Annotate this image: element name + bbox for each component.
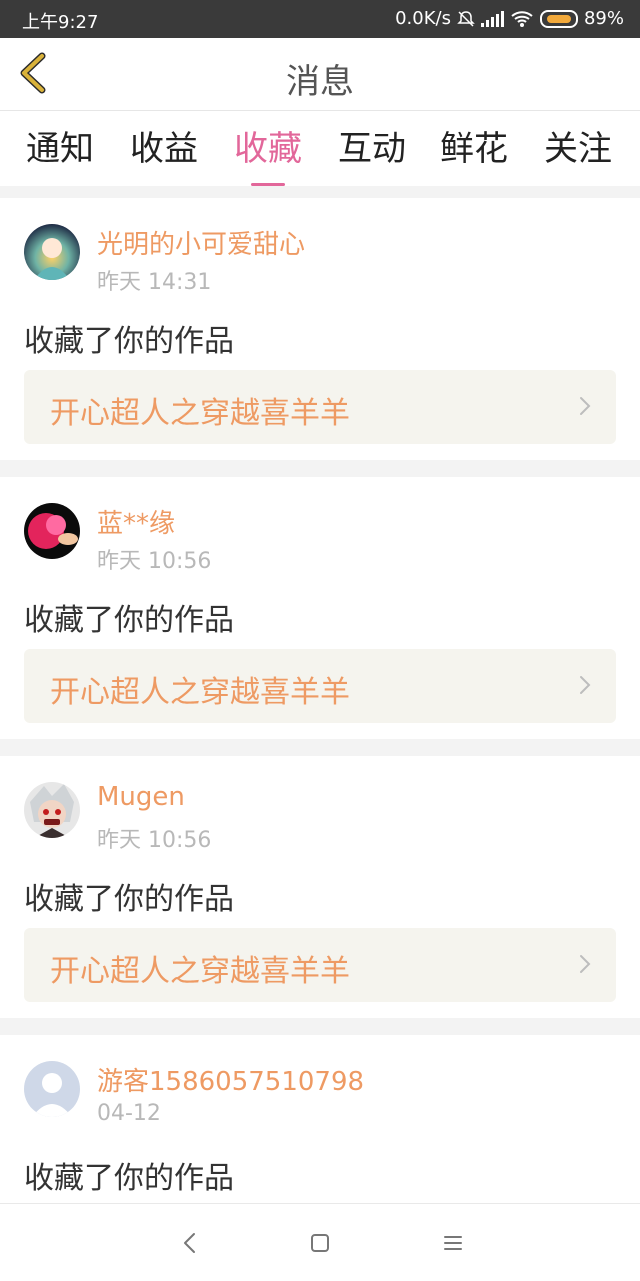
avatar[interactable] <box>24 1061 80 1117</box>
action-text: 收藏了你的作品 <box>24 324 234 359</box>
timestamp: 04-12 <box>97 1101 161 1126</box>
tab-interactions[interactable]: 互动 <box>338 121 406 170</box>
avatar[interactable] <box>24 782 80 838</box>
tab-favorites[interactable]: 收藏 <box>234 121 302 186</box>
timestamp: 昨天 10:56 <box>97 828 212 853</box>
status-bar: 上午9:27 0.0K/s 89% <box>0 0 640 38</box>
active-tab-underline <box>251 183 285 186</box>
action-text: 收藏了你的作品 <box>24 882 234 917</box>
page-title: 消息 <box>286 62 354 102</box>
avatar[interactable] <box>24 224 80 280</box>
wifi-icon <box>511 10 533 27</box>
username[interactable]: 游客1586057510798 <box>97 1061 364 1098</box>
status-right: 0.0K/s 89% <box>395 8 624 29</box>
list-item[interactable]: 蓝**缘 昨天 10:56 收藏了你的作品 开心超人之穿越喜羊羊 <box>0 477 640 739</box>
battery-icon <box>539 9 578 28</box>
username[interactable]: 蓝**缘 <box>97 503 175 540</box>
tab-bar: 通知 收益 收藏 互动 鲜花 关注 <box>0 111 640 186</box>
work-link[interactable]: 开心超人之穿越喜羊羊 <box>24 649 616 723</box>
chevron-right-icon <box>580 397 591 415</box>
username[interactable]: Mugen <box>97 782 185 812</box>
list-item[interactable]: 游客1586057510798 04-12 收藏了你的作品 <box>0 1035 640 1205</box>
system-nav-bar <box>0 1203 640 1281</box>
tab-earnings[interactable]: 收益 <box>130 121 198 170</box>
work-link[interactable]: 开心超人之穿越喜羊羊 <box>24 928 616 1002</box>
action-text: 收藏了你的作品 <box>24 1161 234 1196</box>
chevron-right-icon <box>580 955 591 973</box>
work-title: 开心超人之穿越喜羊羊 <box>50 396 350 431</box>
username[interactable]: 光明的小可爱甜心 <box>97 224 305 261</box>
timestamp: 昨天 14:31 <box>97 270 212 295</box>
work-title: 开心超人之穿越喜羊羊 <box>50 675 350 710</box>
work-title: 开心超人之穿越喜羊羊 <box>50 954 350 989</box>
battery-percent: 89% <box>583 8 624 29</box>
list-item[interactable]: 光明的小可爱甜心 昨天 14:31 收藏了你的作品 开心超人之穿越喜羊羊 <box>0 198 640 460</box>
home-icon[interactable] <box>305 1228 335 1258</box>
menu-icon[interactable] <box>438 1228 468 1258</box>
tab-flowers[interactable]: 鲜花 <box>440 121 508 170</box>
network-speed: 0.0K/s <box>395 8 451 29</box>
action-text: 收藏了你的作品 <box>24 603 234 638</box>
tab-favorites-label: 收藏 <box>234 129 302 169</box>
list-item[interactable]: Mugen 昨天 10:56 收藏了你的作品 开心超人之穿越喜羊羊 <box>0 756 640 1018</box>
status-time: 上午9:27 <box>22 12 99 33</box>
avatar[interactable] <box>24 503 80 559</box>
back-icon[interactable] <box>175 1228 205 1258</box>
work-link[interactable]: 开心超人之穿越喜羊羊 <box>24 370 616 444</box>
header: 消息 <box>0 38 640 111</box>
tab-notifications[interactable]: 通知 <box>26 121 94 170</box>
chevron-right-icon <box>580 676 591 694</box>
tab-following[interactable]: 关注 <box>544 121 612 170</box>
bell-off-icon <box>457 10 475 27</box>
signal-icon <box>480 10 504 27</box>
timestamp: 昨天 10:56 <box>97 549 212 574</box>
